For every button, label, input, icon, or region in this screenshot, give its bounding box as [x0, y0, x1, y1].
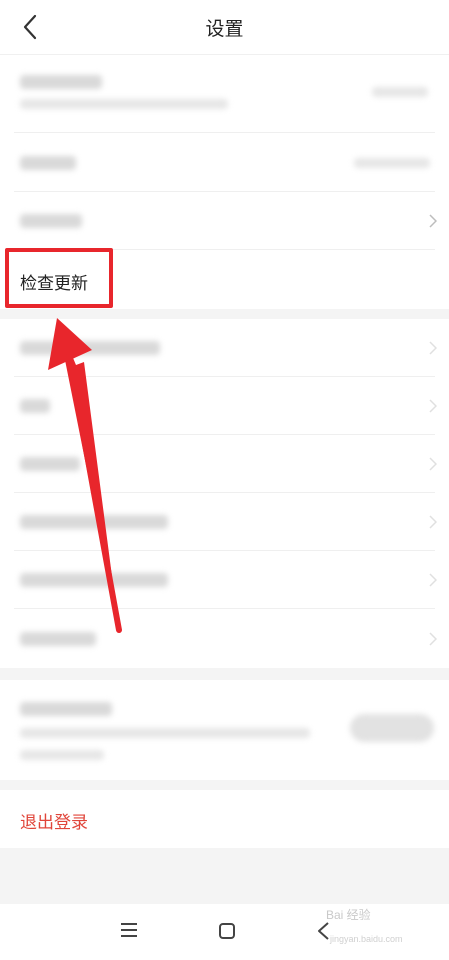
- annotation-arrow-icon: [48, 318, 122, 633]
